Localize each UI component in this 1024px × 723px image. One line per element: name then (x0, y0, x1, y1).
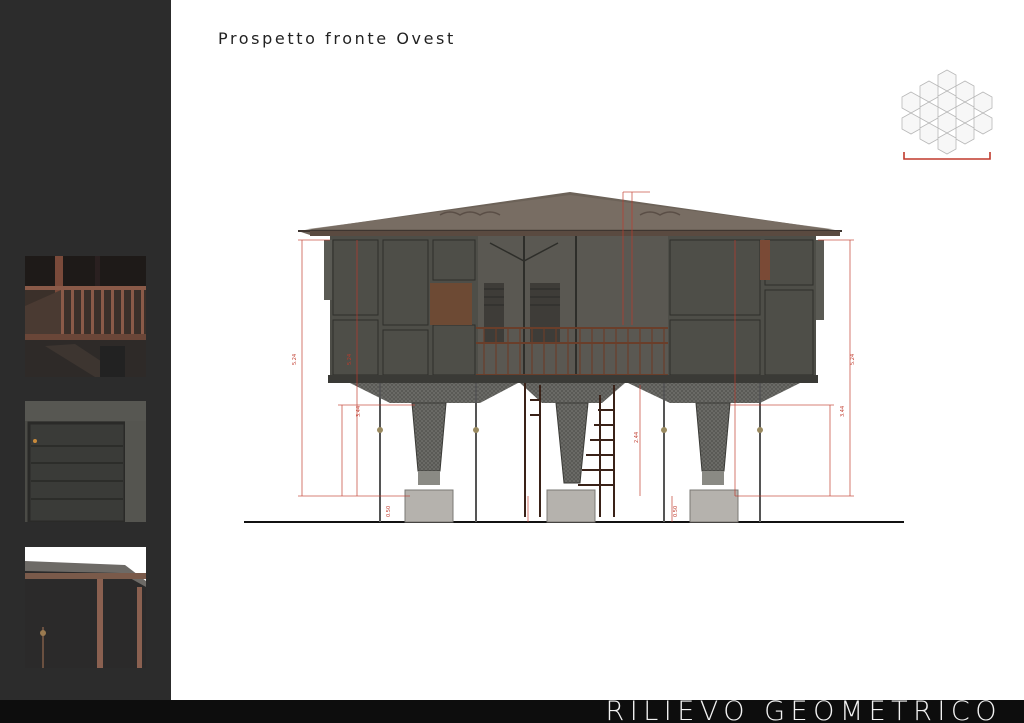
dim-pillar-right: 3.44 (840, 406, 846, 417)
right-wall (668, 236, 816, 380)
footing-center (546, 489, 596, 523)
wood-panel-photo-icon (25, 401, 146, 522)
dim-overall-left: 5.24 (292, 354, 298, 365)
west-elevation-drawing: 5.24 5.24 3.44 5.24 3.44 2.44 0.50 0.50 (240, 185, 910, 530)
pillar-right (695, 402, 731, 472)
dim-overall-right: 5.24 (850, 354, 856, 365)
footer-label: RILIEVO GEOMETRICO (605, 700, 1002, 723)
pillar-left (411, 402, 447, 472)
sheet-title: Prospetto fronte Ovest (218, 29, 456, 48)
dim-base-left: 0.50 (386, 506, 392, 517)
dim-overall-left-inner: 5.24 (347, 354, 353, 365)
balcony-photo-icon (25, 256, 146, 377)
dim-pillar-left: 3.44 (356, 406, 362, 417)
dim-stair: 2.44 (634, 432, 640, 443)
roof-eave-photo-icon (25, 547, 146, 668)
footing-right (689, 489, 739, 523)
sidebar (0, 0, 171, 700)
hexagonal-key-plan-icon (900, 64, 994, 164)
dim-base-right: 0.50 (673, 506, 679, 517)
footer-bar: RILIEVO GEOMETRICO (0, 700, 1024, 723)
footing-left (404, 489, 454, 523)
